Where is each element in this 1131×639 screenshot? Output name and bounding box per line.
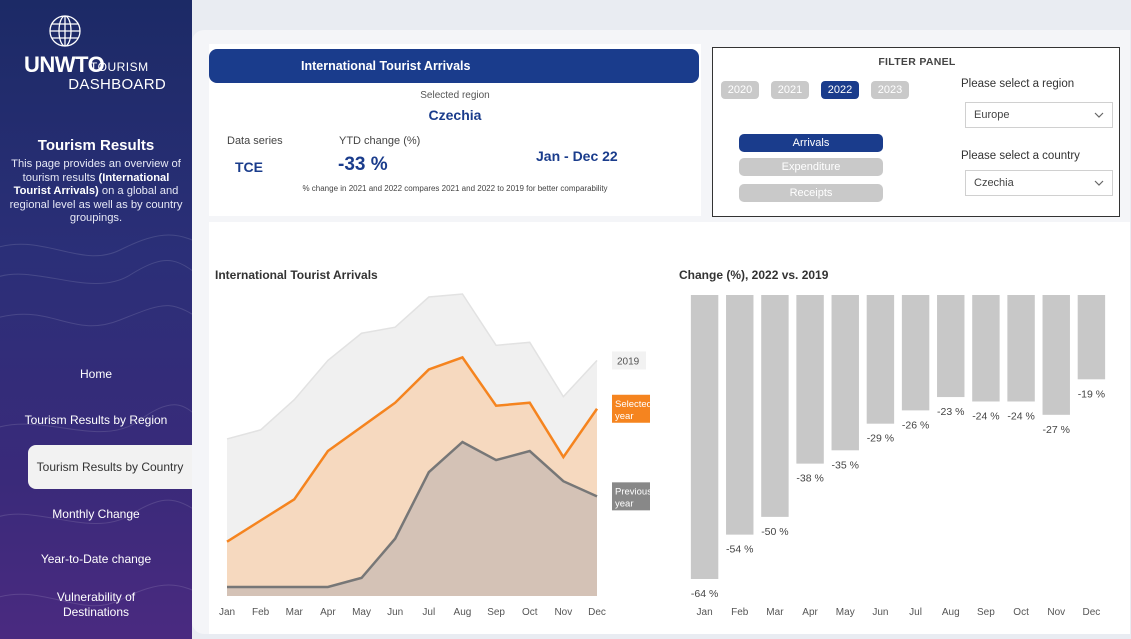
- x-tick-label: Jul: [909, 607, 922, 618]
- unwto-logo: UNWTO TOURISM DASHBOARD: [24, 14, 174, 104]
- x-tick-label: May: [836, 607, 855, 618]
- x-tick-label: Jun: [387, 607, 403, 618]
- region-dropdown[interactable]: Europe: [965, 102, 1113, 128]
- sidebar-title: Tourism Results: [37, 137, 155, 154]
- bar-apr: [796, 295, 824, 464]
- x-tick-label: Feb: [731, 607, 749, 618]
- region-select-label: Please select a region: [961, 78, 1075, 90]
- nav-year-to-date-change[interactable]: Year-to-Date change: [0, 539, 192, 579]
- nav-vulnerability-of-destinations[interactable]: Vulnerability of Destinations: [40, 586, 152, 626]
- legend-label: year: [615, 498, 633, 509]
- bar-feb: [726, 295, 754, 535]
- bar-value-label: -38 %: [796, 473, 823, 485]
- bar-value-label: -29 %: [867, 433, 894, 445]
- bar-value-label: -50 %: [761, 526, 788, 538]
- country-dropdown-value: Czechia: [974, 177, 1014, 189]
- x-tick-label: Dec: [1083, 607, 1101, 618]
- area-chart: Jan Feb Mar Apr May Jun Jul Aug Sep Oct Nov Dec 2019…: [219, 293, 652, 618]
- sidebar: UNWTO TOURISM DASHBOARD Tourism Results …: [0, 0, 192, 639]
- x-tick-label: Mar: [766, 607, 784, 618]
- bar-value-label: -24 %: [1007, 411, 1034, 423]
- x-tick-label: Aug: [454, 607, 472, 618]
- bar-value-label: -64 %: [691, 588, 718, 600]
- bar-mar: [761, 295, 789, 517]
- x-tick-label: Nov: [554, 607, 572, 618]
- brand-dashboard: DASHBOARD: [68, 76, 166, 93]
- bar-value-label: -23 %: [937, 406, 964, 418]
- selected-region-label: Selected region: [420, 90, 490, 101]
- summary-header: International Tourist Arrivals: [209, 49, 699, 83]
- x-tick-label: Apr: [802, 607, 818, 618]
- chevron-down-icon: [1094, 112, 1104, 118]
- x-tick-label: Jan: [219, 607, 235, 618]
- bar-value-label: -35 %: [832, 459, 859, 471]
- year-button-2023[interactable]: 2023: [871, 81, 909, 99]
- legend-previous-year: Previousyear: [612, 482, 652, 511]
- selected-region-value: Czechia: [428, 107, 482, 123]
- chevron-down-icon: [1094, 180, 1104, 186]
- bar-jan: [690, 295, 719, 579]
- x-tick-label: Nov: [1047, 607, 1065, 618]
- comparability-note: % change in 2021 and 2022 compares 2021 …: [302, 184, 608, 193]
- bar-jun: [866, 295, 895, 424]
- x-tick-label: Sep: [977, 607, 995, 618]
- bar-value-label: -19 %: [1078, 388, 1105, 400]
- x-tick-label: Apr: [320, 607, 336, 618]
- x-tick-label: Feb: [252, 607, 270, 618]
- bar-value-label: -26 %: [902, 419, 929, 431]
- year-button-2020[interactable]: 2020: [721, 81, 759, 99]
- bar-nov: [1042, 295, 1070, 415]
- country-select-label: Please select a country: [961, 150, 1080, 162]
- filter-panel: FILTER PANEL 2020 2021 2022 2023 Arrival…: [712, 47, 1120, 217]
- legend-2019: 2019: [612, 351, 646, 370]
- bar-jul: [901, 295, 930, 411]
- nav-tourism-results-by-country[interactable]: Tourism Results by Country: [28, 445, 192, 489]
- country-dropdown[interactable]: Czechia: [965, 170, 1113, 196]
- sidebar-description: This page provides an overview of touris…: [6, 158, 186, 226]
- series-button-expenditure[interactable]: Expenditure: [739, 158, 883, 176]
- globe-icon: [49, 15, 81, 47]
- x-tick-label: Mar: [286, 607, 304, 618]
- year-button-2021[interactable]: 2021: [771, 81, 809, 99]
- bar-value-label: -24 %: [972, 411, 999, 423]
- data-series-label: Data series: [227, 135, 283, 147]
- period-value: Jan - Dec 22: [536, 148, 618, 164]
- series-button-arrivals[interactable]: Arrivals: [739, 134, 883, 152]
- charts-panel: International Tourist Arrivals Change (%…: [209, 222, 1130, 634]
- data-series-value: TCE: [235, 159, 263, 175]
- legend-selected-year: Selectedyear: [612, 394, 652, 423]
- x-tick-label: Jan: [697, 607, 713, 618]
- brand-sub: TOURISM: [90, 60, 149, 74]
- ytd-change-value: -33 %: [338, 154, 388, 175]
- x-tick-label: Sep: [487, 607, 505, 618]
- bar-aug: [937, 295, 965, 398]
- x-tick-label: Oct: [1013, 607, 1029, 618]
- bar-oct: [1007, 295, 1035, 402]
- legend-label: 2019: [617, 356, 640, 367]
- bar-sep: [972, 295, 1000, 402]
- nav-home[interactable]: Home: [0, 354, 192, 394]
- region-dropdown-value: Europe: [974, 109, 1010, 121]
- ytd-change-label: YTD change (%): [339, 135, 421, 147]
- bar-may: [831, 295, 859, 451]
- x-tick-label: Aug: [942, 607, 960, 618]
- legend-label: Previous: [615, 486, 652, 497]
- summary-card: International Tourist Arrivals Selected …: [209, 44, 701, 216]
- legend-label: year: [615, 411, 633, 422]
- nav-tourism-results-by-region[interactable]: Tourism Results by Region: [0, 400, 192, 440]
- nav-monthly-change[interactable]: Monthly Change: [0, 494, 192, 534]
- x-tick-label: Dec: [588, 607, 606, 618]
- legend-label: Selected: [615, 399, 652, 410]
- series-button-receipts[interactable]: Receipts: [739, 184, 883, 202]
- bar-dec: [1077, 295, 1106, 380]
- x-tick-label: Oct: [522, 607, 538, 618]
- x-tick-label: May: [352, 607, 371, 618]
- year-button-2022[interactable]: 2022: [821, 81, 859, 99]
- bar-value-label: -27 %: [1043, 424, 1070, 436]
- bar-chart: -64 % Jan -54 % Feb -50 % Mar -38 % Apr -35 % May…: [690, 295, 1106, 618]
- x-tick-label: Jun: [872, 607, 888, 618]
- bar-value-label: -54 %: [726, 544, 753, 556]
- filter-panel-title: FILTER PANEL: [878, 56, 956, 68]
- x-tick-label: Jul: [422, 607, 435, 618]
